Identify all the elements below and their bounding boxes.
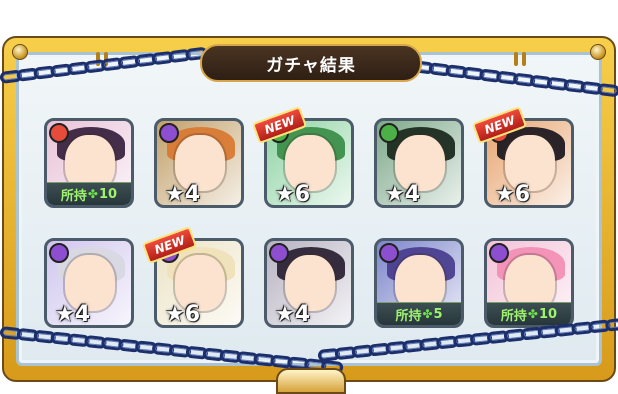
rarity-stars: ★6 — [275, 182, 311, 207]
frame-slot-mark — [514, 52, 518, 66]
rarity-stars: ★4 — [275, 302, 311, 327]
clover-icon: ✤ — [87, 187, 98, 201]
clover-icon: ✤ — [422, 307, 433, 321]
character-slot: ★6 NEW — [251, 105, 354, 208]
padlock-icon — [276, 368, 346, 394]
owned-label: 所持 — [60, 188, 87, 204]
chain-link-icon — [596, 82, 618, 98]
rarity-stars: ★6 — [165, 302, 201, 327]
character-slot: ★4 — [154, 118, 244, 208]
character-slot: ★6 NEW — [141, 225, 244, 328]
owned-label: 所持 — [500, 308, 527, 324]
character-slot: ★4 — [264, 238, 354, 328]
rarity-stars: ★4 — [165, 182, 201, 207]
moon-icon — [269, 243, 289, 263]
rarity-stars: ★6 — [495, 182, 531, 207]
leaf-icon — [379, 123, 399, 143]
character-grid: 所持 ✤ 10 ★4 ★6 NEW ★4 ★6 NEW ★4 ★6 NEW ★4 所持 ✤ 5 所持 ✤ 10 — [44, 105, 574, 328]
character-card[interactable]: 所持 ✤ 10 — [44, 118, 134, 208]
frame-slot-mark — [522, 52, 526, 66]
rarity-stars: ★4 — [55, 302, 91, 327]
character-card[interactable]: ★4 — [374, 118, 464, 208]
character-slot: ★6 NEW — [471, 105, 574, 208]
moon-icon — [159, 123, 179, 143]
moon-icon — [379, 243, 399, 263]
owned-label: 所持 — [395, 308, 422, 324]
character-card[interactable]: 所持 ✤ 10 — [484, 238, 574, 328]
corner-bolt-icon — [590, 44, 606, 60]
character-card[interactable]: ★4 — [154, 118, 244, 208]
character-card[interactable]: ★4 — [264, 238, 354, 328]
character-slot: ★4 — [374, 118, 464, 208]
owned-count: 10 — [538, 306, 558, 322]
owned-count: 5 — [433, 306, 443, 322]
gacha-result-title: ガチャ結果 — [200, 44, 422, 82]
corner-bolt-icon — [12, 44, 28, 60]
owned-count-badge: 所持 ✤ 10 — [47, 182, 131, 205]
character-slot: 所持 ✤ 5 — [374, 238, 464, 328]
moon-icon — [489, 243, 509, 263]
rarity-stars: ★4 — [385, 182, 421, 207]
owned-count-badge: 所持 ✤ 5 — [377, 302, 461, 325]
clover-icon: ✤ — [527, 307, 538, 321]
moon-icon — [49, 243, 69, 263]
owned-count: 10 — [98, 186, 118, 202]
character-slot: ★4 — [44, 238, 134, 328]
character-card[interactable]: ★4 — [44, 238, 134, 328]
title-text: ガチャ結果 — [266, 55, 356, 76]
character-card[interactable]: 所持 ✤ 5 — [374, 238, 464, 328]
owned-count-badge: 所持 ✤ 10 — [487, 302, 571, 325]
flame-icon — [49, 123, 69, 143]
character-slot: 所持 ✤ 10 — [44, 118, 134, 208]
chain-link-icon — [604, 317, 618, 332]
character-slot: 所持 ✤ 10 — [484, 238, 574, 328]
